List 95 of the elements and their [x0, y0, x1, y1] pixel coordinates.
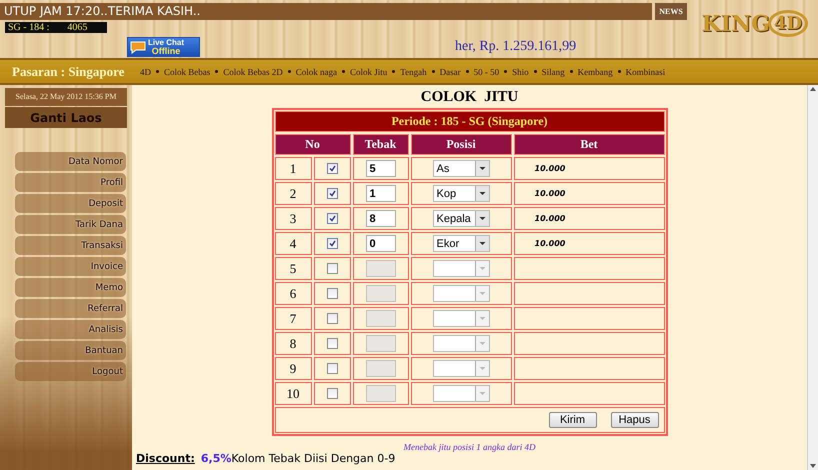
column-header: Bet	[514, 134, 664, 155]
row-number: 2	[274, 182, 312, 205]
bet-cell: 10.000	[514, 157, 664, 180]
nav-link[interactable]: Tengah	[400, 66, 427, 76]
bullet-icon	[342, 70, 345, 73]
nav-link[interactable]: Colok Bebas 2D	[223, 66, 283, 76]
bullet-icon	[288, 70, 291, 73]
guess-field[interactable]: 8	[366, 210, 396, 227]
bullet-icon	[618, 70, 621, 73]
position-select[interactable]	[432, 335, 490, 352]
nav-link[interactable]: Kombinasi	[626, 66, 666, 76]
menu-button[interactable]: Transaksi	[15, 236, 126, 255]
nav-link[interactable]: Dasar	[440, 66, 461, 76]
scroll-down-icon[interactable]	[809, 462, 817, 470]
nav-link[interactable]: Colok naga	[296, 66, 337, 76]
bullet-icon	[392, 70, 396, 73]
result-label: SG - 184 :	[8, 22, 50, 33]
menu-button[interactable]: Logout	[15, 362, 126, 381]
page-title: COLOK JITU	[420, 89, 518, 106]
checkbox[interactable]	[326, 313, 338, 324]
position-select[interactable]	[432, 385, 490, 402]
checkbox[interactable]	[326, 163, 338, 174]
balance-text: her, Rp. 1.259.161,99	[455, 39, 576, 55]
guess-field[interactable]: 5	[366, 160, 396, 177]
nav-link[interactable]: Colok Bebas	[164, 66, 210, 76]
bet-cell: 10.000	[514, 207, 664, 230]
bullet-icon	[570, 70, 573, 73]
bet-cell: 10.000	[514, 182, 664, 205]
position-select[interactable]	[432, 260, 490, 277]
menu-button[interactable]: Referral	[15, 299, 126, 318]
note-text: Kolom Tebak Diisi Dengan 0-9	[231, 452, 396, 465]
position-select[interactable]: Ekor	[432, 235, 490, 252]
bullet-icon	[504, 70, 508, 73]
submit-button[interactable]: Kirim	[548, 412, 596, 428]
row-number: 5	[274, 257, 312, 280]
live-chat-button[interactable]: Live Chat Offline	[127, 37, 200, 57]
news-ticker: UTUP JAM 17:20..TERIMA KASIH..	[0, 3, 652, 20]
bullet-icon	[156, 70, 159, 73]
menu-button[interactable]: Bantuan	[15, 341, 126, 360]
position-select[interactable]	[432, 310, 490, 327]
position-select[interactable]	[432, 360, 490, 377]
checkbox[interactable]	[326, 213, 338, 224]
row-number: 6	[274, 282, 312, 305]
menu-button[interactable]: Tarik Dana	[15, 215, 126, 234]
position-select[interactable]: As	[432, 160, 490, 177]
clear-button[interactable]: Hapus	[610, 412, 658, 428]
discount-value: 6,5%	[200, 452, 232, 465]
row-number: 9	[274, 357, 312, 380]
nav-link[interactable]: Colok Jitu	[350, 66, 388, 76]
checkbox[interactable]	[326, 288, 338, 299]
column-header: Posisi	[410, 134, 512, 155]
row-number: 7	[274, 307, 312, 330]
guess-field[interactable]: 1	[366, 185, 396, 202]
menu-button[interactable]: Memo	[15, 278, 126, 297]
row-number: 1	[274, 157, 312, 180]
row-number: 4	[274, 232, 312, 255]
news-button[interactable]: NEWS	[655, 3, 687, 20]
row-number: 8	[274, 332, 312, 355]
hint-text: Menebak jitu posisi 1 angka dari 4D	[404, 442, 536, 452]
date-label: Selasa, 22 May 2012 15:36 PM	[5, 88, 127, 106]
checkbox[interactable]	[326, 263, 338, 274]
nav-link[interactable]: 50 - 50	[474, 66, 500, 76]
period-header: Periode : 185 - SG (Singapore)	[274, 111, 664, 132]
bet-cell: 10.000	[514, 232, 664, 255]
guess-field[interactable]: 0	[366, 235, 396, 252]
discount-label: Discount:	[136, 452, 195, 465]
bullet-icon	[466, 70, 469, 73]
bullet-icon	[534, 70, 537, 73]
bullet-icon	[432, 70, 435, 73]
position-select[interactable]	[432, 285, 490, 302]
menu-button[interactable]: Profil	[15, 173, 126, 192]
checkbox[interactable]	[326, 338, 338, 349]
result-number: 4065	[67, 22, 88, 33]
logo: KING 4D	[702, 10, 808, 37]
nav-link[interactable]: Silang	[542, 66, 565, 76]
column-header: No	[274, 134, 350, 155]
nav-link[interactable]: 4D	[140, 66, 151, 76]
menu-button[interactable]: Deposit	[15, 194, 126, 213]
position-select[interactable]: Kepala	[432, 210, 490, 227]
chat-bubble-icon	[130, 40, 146, 54]
nav-link[interactable]: Shio	[512, 66, 529, 76]
position-select[interactable]: Kop	[432, 185, 490, 202]
row-number: 3	[274, 207, 312, 230]
menu-button[interactable]: Data Nomor	[15, 152, 126, 171]
bullet-icon	[215, 70, 218, 73]
checkbox[interactable]	[326, 363, 338, 374]
menu-button[interactable]: Analisis	[15, 320, 126, 339]
column-header: Tebak	[352, 134, 408, 155]
checkbox[interactable]	[326, 238, 338, 249]
menu-button[interactable]: Invoice	[15, 257, 126, 276]
market-label: Pasaran : Singapore	[11, 64, 126, 80]
checkbox[interactable]	[326, 188, 338, 199]
checkbox[interactable]	[326, 388, 338, 399]
nav-link[interactable]: Kembang	[578, 66, 613, 76]
row-number: 10	[274, 382, 312, 405]
